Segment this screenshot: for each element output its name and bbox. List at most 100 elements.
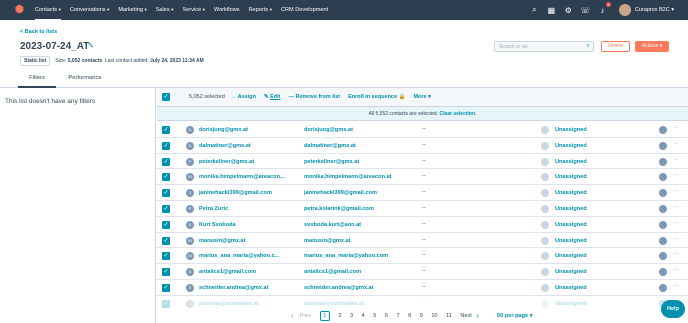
- next-page-button[interactable]: Next: [460, 313, 472, 319]
- contact-email[interactable]: antalics1@gmail.com: [304, 269, 361, 275]
- contact-email[interactable]: schneider.andrea@gmx.at: [304, 285, 374, 291]
- nav-item[interactable]: Service ▾: [182, 0, 204, 20]
- contact-name-link[interactable]: andreas@schneider.at: [199, 301, 259, 307]
- contact-name-link[interactable]: manusin@gmx.at: [199, 238, 246, 244]
- select-all-checkbox[interactable]: ✓: [162, 93, 170, 101]
- table-row[interactable]: ✓ Aantalics1@gmail.com antalics1@gmail.com…: [157, 264, 688, 280]
- contact-email[interactable]: manusin@gmx.at: [304, 238, 351, 244]
- assign-button[interactable]: → Assign: [231, 94, 256, 100]
- contact-email[interactable]: petra.kolarink@gmail.com: [304, 206, 374, 212]
- contact-name-link[interactable]: marius_ana_maria@yahoo.c...: [199, 253, 279, 259]
- contact-email[interactable]: svoboda.kurt@aon.at: [304, 222, 361, 228]
- contact-name-link[interactable]: schneider.andrea@gmx.at: [199, 285, 269, 291]
- row-more-icon[interactable]: ···: [673, 141, 679, 147]
- contact-name-link[interactable]: monika.himpelmann@areacon...: [199, 174, 285, 180]
- row-checkbox[interactable]: ✓: [162, 283, 170, 292]
- table-row[interactable]: ✓ Ppeterkellner@gmx.at peterkellner@gmx.at…: [157, 154, 688, 170]
- marketplace-icon[interactable]: ▦: [543, 6, 560, 15]
- back-to-lists-link[interactable]: < Back to lists: [20, 29, 57, 35]
- page-number-button[interactable]: 2: [338, 313, 341, 319]
- clear-selection-link[interactable]: Clear selection.: [439, 111, 476, 117]
- table-row[interactable]: ✓ P Petra Zuric petra.kolarink@gmail.com -- U…: [157, 201, 688, 217]
- row-checkbox[interactable]: ✓: [162, 252, 170, 261]
- owner-status[interactable]: Unassigned: [555, 127, 587, 133]
- contact-email[interactable]: janinehackl399@gmail.com: [304, 190, 377, 196]
- page-number-button[interactable]: 4: [362, 313, 365, 319]
- table-row[interactable]: ✓ Mmanusin@gmx.at manusin@gmx.at -- Unassign…: [157, 233, 688, 249]
- delete-button[interactable]: Delete: [601, 41, 630, 52]
- page-number-button[interactable]: 10: [431, 313, 437, 319]
- nav-item[interactable]: Contacts ▾: [35, 0, 61, 20]
- per-page-dropdown[interactable]: 50 per page ▾: [497, 313, 532, 319]
- remove-from-list-button[interactable]: — Remove from list: [288, 94, 340, 100]
- edit-button[interactable]: ✎ Edit: [264, 94, 281, 100]
- row-more-icon[interactable]: ···: [673, 236, 679, 242]
- owner-status[interactable]: Unassigned: [555, 285, 587, 291]
- search-icon[interactable]: ⌕: [587, 43, 590, 50]
- row-checkbox[interactable]: ✓: [162, 299, 170, 308]
- prev-page-button[interactable]: Prev: [300, 313, 312, 319]
- page-number-button[interactable]: 1: [319, 310, 330, 321]
- hubspot-logo-icon[interactable]: ✺: [14, 4, 25, 16]
- prev-arrow-icon[interactable]: ‹: [291, 311, 294, 320]
- row-more-icon[interactable]: ···: [673, 125, 679, 131]
- owner-status[interactable]: Unassigned: [555, 222, 587, 228]
- owner-status[interactable]: Unassigned: [555, 269, 587, 275]
- row-checkbox[interactable]: ✓: [162, 268, 170, 277]
- search-icon[interactable]: ⌕: [526, 5, 543, 15]
- portal-switcher[interactable]: Curaprox B2C ▾: [635, 7, 674, 13]
- owner-status[interactable]: Unassigned: [555, 143, 587, 149]
- row-more-icon[interactable]: ···: [673, 172, 679, 178]
- row-checkbox[interactable]: ✓: [162, 173, 170, 182]
- contact-email[interactable]: monika.himpelmann@areacon.at: [304, 174, 392, 180]
- row-more-icon[interactable]: ···: [673, 188, 679, 194]
- table-row[interactable]: ✓ Mmonika.himpelmann@areacon... monika.him…: [157, 169, 688, 186]
- search-in-list-input[interactable]: Search in list ⌕: [494, 41, 594, 52]
- nav-item[interactable]: Marketing ▾: [118, 0, 146, 20]
- row-more-icon[interactable]: ···: [673, 267, 679, 273]
- page-number-button[interactable]: 7: [396, 313, 399, 319]
- row-checkbox[interactable]: ✓: [162, 141, 170, 150]
- contact-name-link[interactable]: janinehackl399@gmail.com: [199, 190, 272, 196]
- contact-email[interactable]: dorisjung@gmx.at: [304, 127, 353, 133]
- settings-gear-icon[interactable]: ⚙: [560, 6, 577, 15]
- user-avatar[interactable]: [618, 4, 631, 16]
- page-number-button[interactable]: 5: [373, 313, 376, 319]
- row-checkbox[interactable]: ✓: [162, 126, 170, 134]
- tab-performance[interactable]: Performance: [63, 71, 107, 88]
- owner-status[interactable]: Unassigned: [555, 206, 587, 212]
- page-number-button[interactable]: 8: [408, 313, 411, 319]
- contact-name-link[interactable]: antalics1@gmail.com: [199, 269, 256, 275]
- actions-dropdown-button[interactable]: Actions ▾: [635, 41, 669, 52]
- page-number-button[interactable]: 6: [385, 313, 388, 319]
- row-checkbox[interactable]: ✓: [162, 204, 170, 213]
- nav-item[interactable]: CRM Development: [281, 0, 328, 20]
- nav-item[interactable]: Workflows: [214, 0, 240, 20]
- contact-name-link[interactable]: dalmatiner@gmx.at: [199, 143, 251, 149]
- table-row[interactable]: ✓ Ddorisjung@gmx.at dorisjung@gmx.at -- Unas…: [157, 122, 688, 138]
- nav-item[interactable]: Sales ▾: [156, 0, 174, 20]
- table-row[interactable]: ✓ Jjaninehackl399@gmail.com janinehackl399…: [157, 185, 688, 201]
- enroll-in-sequence-button[interactable]: Enroll in sequence 🔒: [348, 94, 405, 100]
- owner-status[interactable]: Unassigned: [555, 253, 587, 259]
- owner-status[interactable]: Unassigned: [555, 159, 587, 165]
- contact-name-link[interactable]: dorisjung@gmx.at: [199, 127, 248, 133]
- row-checkbox[interactable]: ✓: [162, 236, 170, 245]
- owner-status[interactable]: Unassigned: [555, 174, 587, 180]
- row-checkbox[interactable]: ✓: [162, 189, 170, 198]
- row-more-icon[interactable]: ···: [673, 220, 679, 226]
- next-arrow-icon[interactable]: ›: [476, 311, 479, 320]
- row-more-icon[interactable]: ···: [673, 251, 679, 257]
- row-checkbox[interactable]: ✓: [162, 220, 170, 229]
- nav-item[interactable]: Reports ▾: [249, 0, 272, 20]
- row-more-icon[interactable]: ···: [673, 157, 679, 163]
- calling-icon[interactable]: ☏: [577, 6, 594, 15]
- table-row[interactable]: ✓ Sschneider.andrea@gmx.at schneider.andre…: [157, 280, 688, 296]
- row-more-icon[interactable]: ···: [673, 283, 679, 289]
- page-number-button[interactable]: 11: [446, 313, 452, 319]
- contact-email[interactable]: peterkellner@gmx.at: [304, 159, 359, 165]
- contact-name-link[interactable]: Petra Zuric: [199, 206, 228, 212]
- contact-email[interactable]: dalmatiner@gmx.at: [304, 143, 356, 149]
- row-more-icon[interactable]: ···: [673, 204, 679, 210]
- table-row[interactable]: ✓ Mmarius_ana_maria@yahoo.c... marius_ana_…: [157, 248, 688, 265]
